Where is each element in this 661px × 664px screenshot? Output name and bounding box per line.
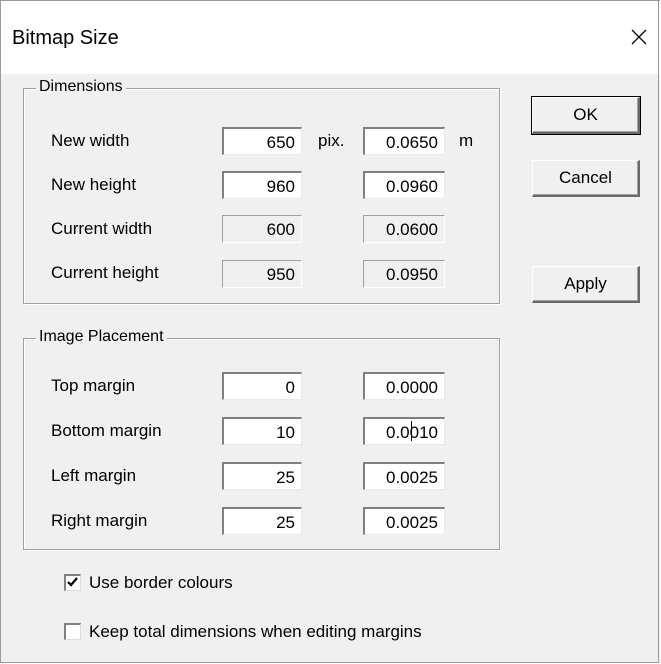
current-width-m-field: 0.0600 — [363, 215, 445, 243]
current-height-pix-field: 950 — [222, 260, 302, 288]
left-margin-m-input[interactable]: 0.0025 — [363, 462, 445, 490]
current-height-label: Current height — [51, 263, 159, 282]
title-bar-dotted-edge — [366, 0, 660, 1]
dimensions-legend: Dimensions — [36, 78, 126, 96]
dialog-client-area: Dimensions New width 650 pix. 0.0650 m N… — [1, 74, 660, 663]
current-width-pix-field: 600 — [222, 215, 302, 243]
bottom-margin-pix-input[interactable]: 10 — [222, 417, 302, 445]
right-margin-label: Right margin — [51, 511, 148, 530]
right-margin-pix-input[interactable]: 25 — [222, 507, 302, 535]
current-width-label: Current width — [51, 219, 153, 238]
current-height-m-field: 0.0950 — [363, 260, 445, 288]
apply-button[interactable]: Apply — [532, 266, 640, 303]
close-icon — [631, 29, 647, 45]
pix-unit-label: pix. — [318, 131, 345, 150]
close-button[interactable] — [622, 20, 656, 54]
top-margin-label: Top margin — [51, 376, 136, 395]
m-unit-label: m — [459, 131, 474, 150]
keep-total-dimensions-label[interactable]: Keep total dimensions when editing margi… — [89, 622, 422, 642]
new-height-m-input[interactable]: 0.0960 — [363, 171, 445, 199]
ok-button[interactable]: OK — [531, 96, 641, 135]
new-height-pix-input[interactable]: 960 — [222, 171, 302, 199]
new-width-label: New width — [51, 131, 130, 150]
new-width-m-input[interactable]: 0.0650 — [363, 127, 445, 155]
use-border-colours-checkbox[interactable] — [64, 574, 81, 591]
right-margin-m-input[interactable]: 0.0025 — [363, 507, 445, 535]
keep-total-dimensions-checkbox[interactable] — [64, 623, 81, 640]
use-border-colours-label[interactable]: Use border colours — [89, 573, 233, 593]
top-margin-pix-input[interactable]: 0 — [222, 372, 302, 400]
new-height-label: New height — [51, 175, 137, 194]
bottom-margin-m-input[interactable]: 0.0010 — [363, 417, 445, 445]
image-placement-legend: Image Placement — [36, 328, 167, 346]
left-margin-pix-input[interactable]: 25 — [222, 462, 302, 490]
checkmark-icon — [67, 577, 78, 587]
window-title: Bitmap Size — [12, 27, 119, 49]
text-cursor — [411, 421, 412, 441]
new-width-pix-input[interactable]: 650 — [222, 127, 302, 155]
title-bar: Bitmap Size — [0, 0, 661, 74]
top-margin-m-input[interactable]: 0.0000 — [363, 372, 445, 400]
cancel-button[interactable]: Cancel — [532, 160, 640, 197]
left-margin-label: Left margin — [51, 466, 137, 485]
bottom-margin-label: Bottom margin — [51, 421, 162, 440]
